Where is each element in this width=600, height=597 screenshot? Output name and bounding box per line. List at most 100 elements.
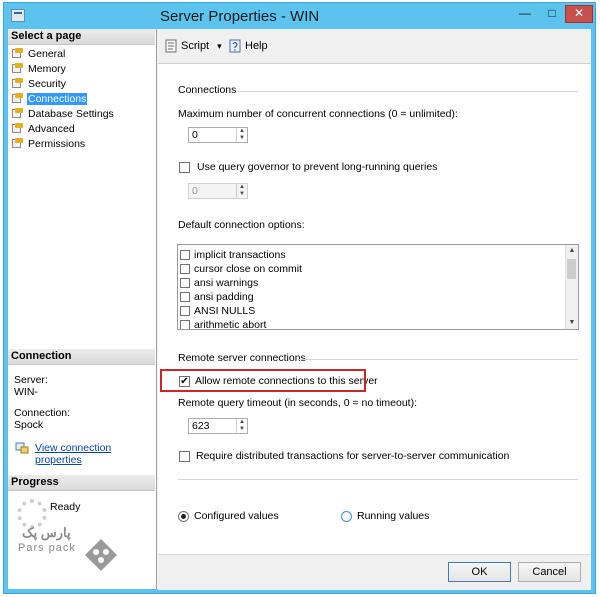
nav-item-permissions[interactable]: Permissions bbox=[11, 136, 115, 151]
max-connections-value: 0 bbox=[192, 129, 198, 141]
max-connections-label: Maximum number of concurrent connections… bbox=[178, 108, 458, 120]
dialog-client-area: Select a page General Memory Security Co… bbox=[8, 29, 591, 590]
query-governor-checkbox[interactable] bbox=[179, 162, 190, 173]
watermark-text-fa: پارس پک bbox=[22, 525, 71, 540]
view-connection-properties-link[interactable]: View connection properties bbox=[35, 442, 156, 466]
option-checkbox[interactable] bbox=[180, 278, 190, 288]
remote-section-title: Remote server connections bbox=[178, 352, 306, 364]
nav-item-connections[interactable]: Connections bbox=[11, 91, 115, 106]
configured-values-radio[interactable] bbox=[178, 511, 189, 522]
nav-item-memory[interactable]: Memory bbox=[11, 61, 115, 76]
server-label: Server: bbox=[14, 374, 48, 386]
connection-label: Connection: bbox=[14, 407, 71, 419]
nav-item-label: Permissions bbox=[28, 137, 86, 150]
query-governor-label: Use query governor to prevent long-runni… bbox=[197, 161, 438, 173]
maximize-button[interactable]: □ bbox=[540, 5, 564, 23]
list-item[interactable]: ansi warnings bbox=[180, 276, 258, 290]
nav-item-general[interactable]: General bbox=[11, 46, 115, 61]
query-governor-value: 0 bbox=[192, 185, 198, 197]
connection-properties-icon bbox=[15, 442, 29, 454]
right-pane: Script ▾ Help Connections Maximum number… bbox=[158, 29, 591, 590]
minimize-button[interactable]: — bbox=[513, 5, 537, 23]
option-label: ANSI NULLS bbox=[194, 305, 256, 317]
page-wrench-icon bbox=[11, 137, 24, 150]
connection-value: Spock bbox=[14, 419, 44, 431]
cancel-button[interactable]: Cancel bbox=[518, 562, 581, 582]
title-bar[interactable]: Server Properties - WIN — □ ✕ bbox=[4, 3, 595, 29]
option-checkbox[interactable] bbox=[180, 264, 190, 274]
spinner-arrows-icon: ▲ ▼ bbox=[236, 184, 247, 198]
spinner-arrows-icon[interactable]: ▲ ▼ bbox=[236, 419, 247, 433]
select-page-header: Select a page bbox=[8, 29, 155, 45]
spinner-arrows-icon[interactable]: ▲ ▼ bbox=[236, 128, 247, 142]
page-wrench-icon bbox=[11, 122, 24, 135]
option-checkbox[interactable] bbox=[180, 306, 190, 316]
help-label: Help bbox=[245, 40, 268, 52]
nav-item-label: Memory bbox=[28, 62, 66, 75]
scroll-up-icon[interactable]: ▲ bbox=[566, 245, 578, 257]
option-checkbox[interactable] bbox=[180, 292, 190, 302]
script-button[interactable]: Script ▾ bbox=[164, 39, 222, 53]
page-wrench-icon bbox=[11, 62, 24, 75]
toolbar: Script ▾ Help bbox=[158, 29, 591, 64]
list-item[interactable]: cursor close on commit bbox=[180, 262, 302, 276]
progress-status: Ready bbox=[50, 501, 81, 513]
connection-header: Connection bbox=[8, 349, 155, 365]
option-label: cursor close on commit bbox=[194, 263, 302, 275]
page-wrench-icon bbox=[11, 77, 24, 90]
nav-item-database-settings[interactable]: Database Settings bbox=[11, 106, 115, 121]
default-options-listbox[interactable]: implicit transactions cursor close on co… bbox=[177, 244, 579, 330]
option-checkbox[interactable] bbox=[180, 320, 190, 329]
page-wrench-icon bbox=[11, 47, 24, 60]
script-icon bbox=[165, 39, 177, 53]
remote-timeout-label: Remote query timeout (in seconds, 0 = no… bbox=[178, 397, 417, 409]
nav-item-label: Connections bbox=[27, 92, 88, 105]
nav-item-security[interactable]: Security bbox=[11, 76, 115, 91]
section-divider bbox=[238, 91, 578, 92]
nav-item-label: Security bbox=[28, 77, 66, 90]
ok-button[interactable]: OK bbox=[448, 562, 511, 582]
list-item[interactable]: implicit transactions bbox=[180, 248, 286, 262]
query-governor-spinner: 0 ▲ ▼ bbox=[188, 183, 248, 199]
require-distributed-checkbox[interactable] bbox=[179, 451, 190, 462]
page-wrench-icon bbox=[11, 92, 24, 105]
close-button[interactable]: ✕ bbox=[565, 5, 593, 23]
option-label: implicit transactions bbox=[194, 249, 286, 261]
option-label: arithmetic abort bbox=[194, 319, 267, 330]
help-icon bbox=[229, 39, 241, 53]
nav-item-label: Database Settings bbox=[28, 107, 114, 120]
listbox-scrollbar[interactable]: ▲ ▼ bbox=[565, 245, 578, 329]
scroll-down-icon[interactable]: ▼ bbox=[566, 317, 578, 329]
section-divider bbox=[178, 479, 578, 480]
running-values-radio[interactable] bbox=[341, 511, 352, 522]
option-label: ansi warnings bbox=[194, 277, 259, 289]
chevron-down-icon[interactable]: ▾ bbox=[217, 41, 222, 52]
left-pane: Select a page General Memory Security Co… bbox=[8, 29, 157, 589]
server-properties-window: Server Properties - WIN — □ ✕ Select a p… bbox=[3, 2, 596, 594]
dialog-button-bar: OK Cancel bbox=[158, 554, 591, 590]
default-options-label: Default connection options: bbox=[178, 219, 305, 231]
page-nav-list: General Memory Security Connections Data… bbox=[11, 46, 115, 151]
max-connections-spinner[interactable]: 0 ▲ ▼ bbox=[188, 127, 248, 143]
window-app-icon[interactable] bbox=[11, 9, 25, 22]
remote-timeout-spinner[interactable]: 623 ▲ ▼ bbox=[188, 418, 248, 434]
nav-item-advanced[interactable]: Advanced bbox=[11, 121, 115, 136]
option-checkbox[interactable] bbox=[180, 250, 190, 260]
nav-item-label: General bbox=[28, 47, 66, 60]
list-item[interactable]: ANSI NULLS bbox=[180, 304, 255, 318]
remote-timeout-value: 623 bbox=[192, 420, 210, 432]
list-item[interactable]: ansi padding bbox=[180, 290, 254, 304]
watermark-text: Pars pack bbox=[18, 542, 76, 554]
configured-values-label: Configured values bbox=[194, 510, 279, 522]
list-item[interactable]: arithmetic abort bbox=[180, 318, 267, 330]
page-wrench-icon bbox=[11, 107, 24, 120]
annotation-highlight-box bbox=[160, 369, 366, 392]
connections-page: Connections Maximum number of concurrent… bbox=[158, 64, 591, 554]
progress-header: Progress bbox=[8, 475, 155, 491]
window-title: Server Properties - WIN bbox=[160, 8, 320, 25]
help-button[interactable]: Help bbox=[228, 39, 268, 53]
connections-section-title: Connections bbox=[178, 84, 237, 96]
script-label: Script bbox=[181, 40, 210, 52]
scroll-thumb[interactable] bbox=[567, 259, 576, 279]
section-divider bbox=[298, 359, 578, 360]
